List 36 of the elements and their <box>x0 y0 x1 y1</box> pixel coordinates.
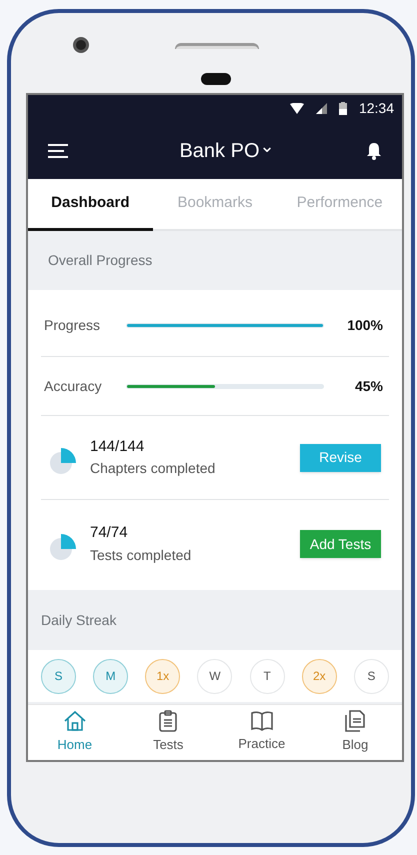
stat-label: Tests completed <box>90 546 192 565</box>
streak-day: M <box>93 658 128 694</box>
nav-item[interactable]: Blog <box>315 710 396 755</box>
stat-label: Chapters completed <box>90 459 216 478</box>
house-icon <box>64 710 86 732</box>
clipboard-icon <box>159 710 178 732</box>
pie-icon <box>49 446 77 474</box>
streak-day: T <box>250 658 285 694</box>
section-heading: Daily Streak <box>41 610 116 630</box>
nav-item[interactable]: Home <box>34 710 115 755</box>
section-heading: Overall Progress <box>48 251 152 270</box>
menu-icon[interactable] <box>48 144 68 158</box>
percent-reading: 45% <box>354 376 384 396</box>
course-selector[interactable]: Bank PO⌄ <box>179 136 275 166</box>
sensor <box>201 73 231 85</box>
stat-count: 144/144 <box>90 436 146 457</box>
clock-time: 12:34 <box>358 99 394 118</box>
pie-icon <box>49 533 77 561</box>
streak-day: S <box>354 658 389 694</box>
signal-icon <box>316 103 327 114</box>
documents-icon <box>345 710 366 732</box>
percent-reading: 100% <box>346 316 384 334</box>
nav-item[interactable]: Tests <box>128 710 208 755</box>
battery-icon <box>338 102 347 115</box>
meter-label: Accuracy <box>44 376 103 396</box>
streak-day: S <box>41 658 76 694</box>
meter-label: Progress <box>44 316 102 335</box>
streak-multiplier: 2x <box>302 658 337 694</box>
camera-lens <box>73 37 89 53</box>
wifi-icon <box>290 103 304 114</box>
stat-count: 74/74 <box>90 523 129 544</box>
bell-icon[interactable] <box>366 142 382 160</box>
nav-item[interactable]: Practice <box>222 711 302 754</box>
streak-multiplier: 1x <box>145 658 180 694</box>
book-icon <box>250 711 273 732</box>
streak-day: W <box>197 658 232 694</box>
